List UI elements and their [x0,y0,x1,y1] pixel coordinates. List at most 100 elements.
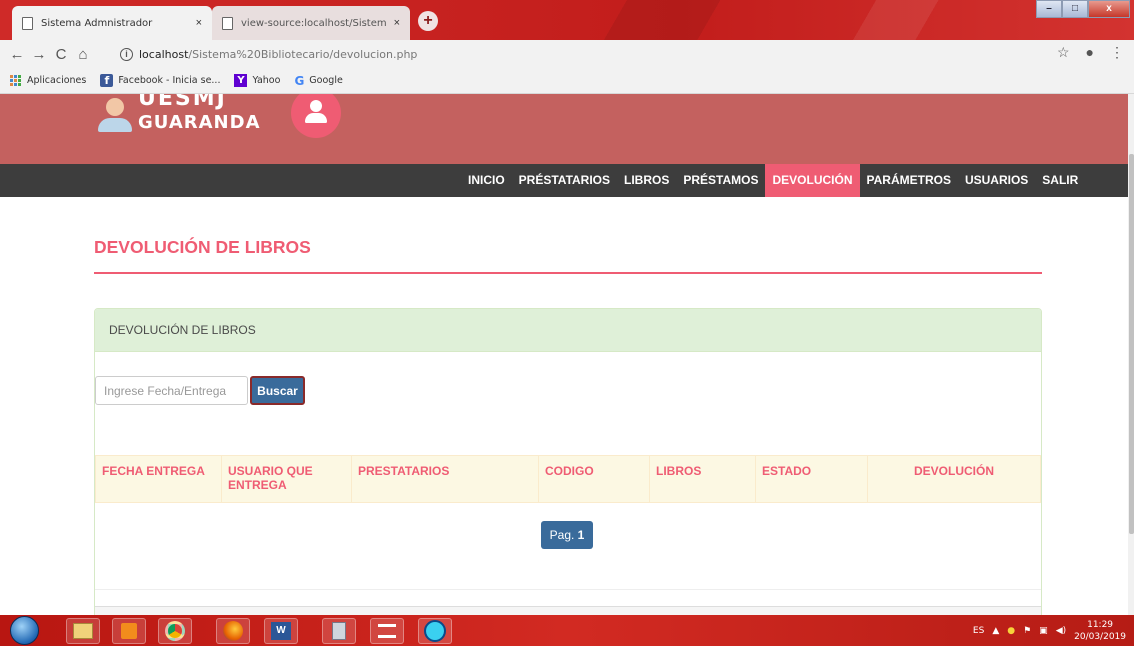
minimize-button[interactable]: – [1036,0,1062,18]
show-hidden-icons-icon[interactable]: ▲ [992,626,999,636]
volume-icon[interactable]: ◀) [1056,626,1066,636]
main-navbar: INICIO PRÉSTATARIOS LIBROS PRÉSTAMOS DEV… [0,164,1128,197]
windows-taskbar: W ES ▲ ● ⚑ ▣ ◀) 11:29 20/03/2019 [0,615,1134,646]
yahoo-icon: Y [234,74,248,87]
page-title: DEVOLUCIÓN DE LIBROS [94,237,311,257]
info-icon[interactable]: i [120,47,133,61]
column-header-estado[interactable]: ESTADO [755,455,868,503]
nav-devolucion[interactable]: DEVOLUCIÓN [765,164,860,197]
column-header-devolucion[interactable]: DEVOLUCIÓN [867,455,1041,503]
system-tray: ES ▲ ● ⚑ ▣ ◀) 11:29 20/03/2019 [973,615,1126,646]
browser-tab-strip: Sistema Admnistrador × view-source:local… [0,0,1134,40]
search-button[interactable]: Buscar [250,376,305,405]
nav-menu: INICIO PRÉSTATARIOS LIBROS PRÉSTAMOS DEV… [461,164,1085,197]
tab-sistema-admnistrador[interactable]: Sistema Admnistrador × [12,6,212,40]
chrome-icon[interactable] [158,618,192,644]
nav-prestamos[interactable]: PRÉSTAMOS [676,164,765,197]
scrollbar-thumb[interactable] [1129,154,1134,534]
clock-date: 20/03/2019 [1074,631,1126,642]
bookmark-label: Aplicaciones [27,75,87,86]
url-field[interactable]: i localhost/Sistema%20Bibliotecario/devo… [120,43,1050,65]
tab-view-source[interactable]: view-source:localhost/Sistema Bi × [212,6,410,40]
site-header: UESMJ GUARANDA [0,94,1128,164]
logo-name-text: GUARANDA [138,112,261,133]
home-icon[interactable]: ⌂ [72,46,94,63]
close-tab-icon[interactable]: × [196,17,202,29]
close-tab-icon[interactable]: × [394,17,400,29]
nav-libros[interactable]: LIBROS [617,164,676,197]
menu-icon[interactable]: ⋮ [1110,44,1124,61]
nav-usuarios[interactable]: USUARIOS [958,164,1035,197]
page-icon [22,16,33,30]
reload-icon[interactable]: C [50,46,72,63]
pager-number: 1 [577,528,585,542]
flag-icon[interactable]: ⚑ [1023,626,1031,636]
bookmark-google[interactable]: G Google [294,74,342,88]
bookmark-label: Facebook - Inicia se... [118,75,221,86]
bookmark-facebook[interactable]: f Facebook - Inicia se... [100,74,220,87]
language-indicator[interactable]: ES [973,626,984,636]
column-header-fecha-entrega[interactable]: FECHA ENTREGA [95,455,222,503]
apps-grid-icon [10,74,22,87]
media-player-icon[interactable] [112,618,146,644]
page-1-button[interactable]: Pag. 1 [541,521,593,549]
security-icon[interactable]: ● [1007,626,1015,636]
panel-heading: DEVOLUCIÓN DE LIBROS [95,309,1041,352]
search-date-input[interactable] [95,376,248,405]
column-header-prestatarios[interactable]: PRESTATARIOS [351,455,539,503]
back-icon[interactable]: ← [6,46,28,63]
url-path: /Sistema%20Bibliotecario/devolucion.php [188,47,418,61]
browser-right-icons: ☆ ● ⋮ [1057,44,1124,61]
page-viewport: UESMJ GUARANDA INICIO PRÉSTATARIOS LIBRO… [0,94,1128,615]
google-icon: G [294,73,305,88]
bookmark-aplicaciones[interactable]: Aplicaciones [10,74,87,87]
librarian-icon [96,98,134,132]
nav-salir[interactable]: SALIR [1035,164,1085,197]
pager-label: Pag. [549,528,575,542]
devolucion-panel: DEVOLUCIÓN DE LIBROS Buscar FECHA ENTREG… [94,308,1042,615]
panel-footer [95,606,1041,615]
page-scrollbar[interactable] [1128,94,1134,615]
bookmark-label: Yahoo [252,75,281,86]
forward-icon[interactable]: → [28,46,50,63]
tab-title: view-source:localhost/Sistema Bi [241,17,386,29]
column-header-libros[interactable]: LIBROS [649,455,756,503]
word-icon[interactable]: W [264,618,298,644]
nav-parametros[interactable]: PARÁMETROS [860,164,958,197]
column-header-codigo[interactable]: CODIGO [538,455,650,503]
maximize-button[interactable]: □ [1062,0,1088,18]
system-clock[interactable]: 11:29 20/03/2019 [1074,619,1126,643]
devolucion-table: FECHA ENTREGA USUARIO QUE ENTREGA PRESTA… [95,455,1041,503]
clock-app-icon[interactable] [418,618,452,644]
account-icon[interactable]: ● [1086,44,1094,61]
close-window-button[interactable]: x [1088,0,1130,18]
pagination-row: Pag. 1 [95,502,1041,590]
tab-title: Sistema Admnistrador [41,17,153,29]
logo-top-text: UESMJ [138,94,227,111]
nav-prestatarios[interactable]: PRÉSTATARIOS [512,164,617,197]
table-header-row: FECHA ENTREGA USUARIO QUE ENTREGA PRESTA… [95,455,1041,503]
bookmark-yahoo[interactable]: Y Yahoo [234,74,280,87]
new-tab-button[interactable]: + [418,11,438,31]
firefox-icon[interactable] [216,618,250,644]
network-icon[interactable]: ▣ [1039,626,1048,636]
bookmark-label: Google [309,75,343,86]
star-icon[interactable]: ☆ [1057,44,1070,61]
user-icon[interactable] [291,94,341,138]
network-tool-icon[interactable] [370,618,404,644]
start-button[interactable] [10,616,39,645]
page-icon [222,16,233,30]
calculator-icon[interactable] [322,618,356,644]
address-bar: ← → C ⌂ i localhost/Sistema%20Biblioteca… [0,40,1134,68]
site-logo[interactable]: UESMJ GUARANDA [96,94,266,140]
title-divider [94,272,1042,274]
window-controls: – □ x [1036,0,1130,18]
url-text: localhost/Sistema%20Bibliotecario/devolu… [139,48,417,61]
url-host: localhost [139,47,189,61]
bookmarks-bar: Aplicaciones f Facebook - Inicia se... Y… [0,68,1134,94]
nav-inicio[interactable]: INICIO [461,164,512,197]
file-explorer-icon[interactable] [66,618,100,644]
facebook-icon: f [100,74,114,87]
column-header-usuario-que-entrega[interactable]: USUARIO QUE ENTREGA [221,455,352,503]
clock-time: 11:29 [1087,619,1114,630]
